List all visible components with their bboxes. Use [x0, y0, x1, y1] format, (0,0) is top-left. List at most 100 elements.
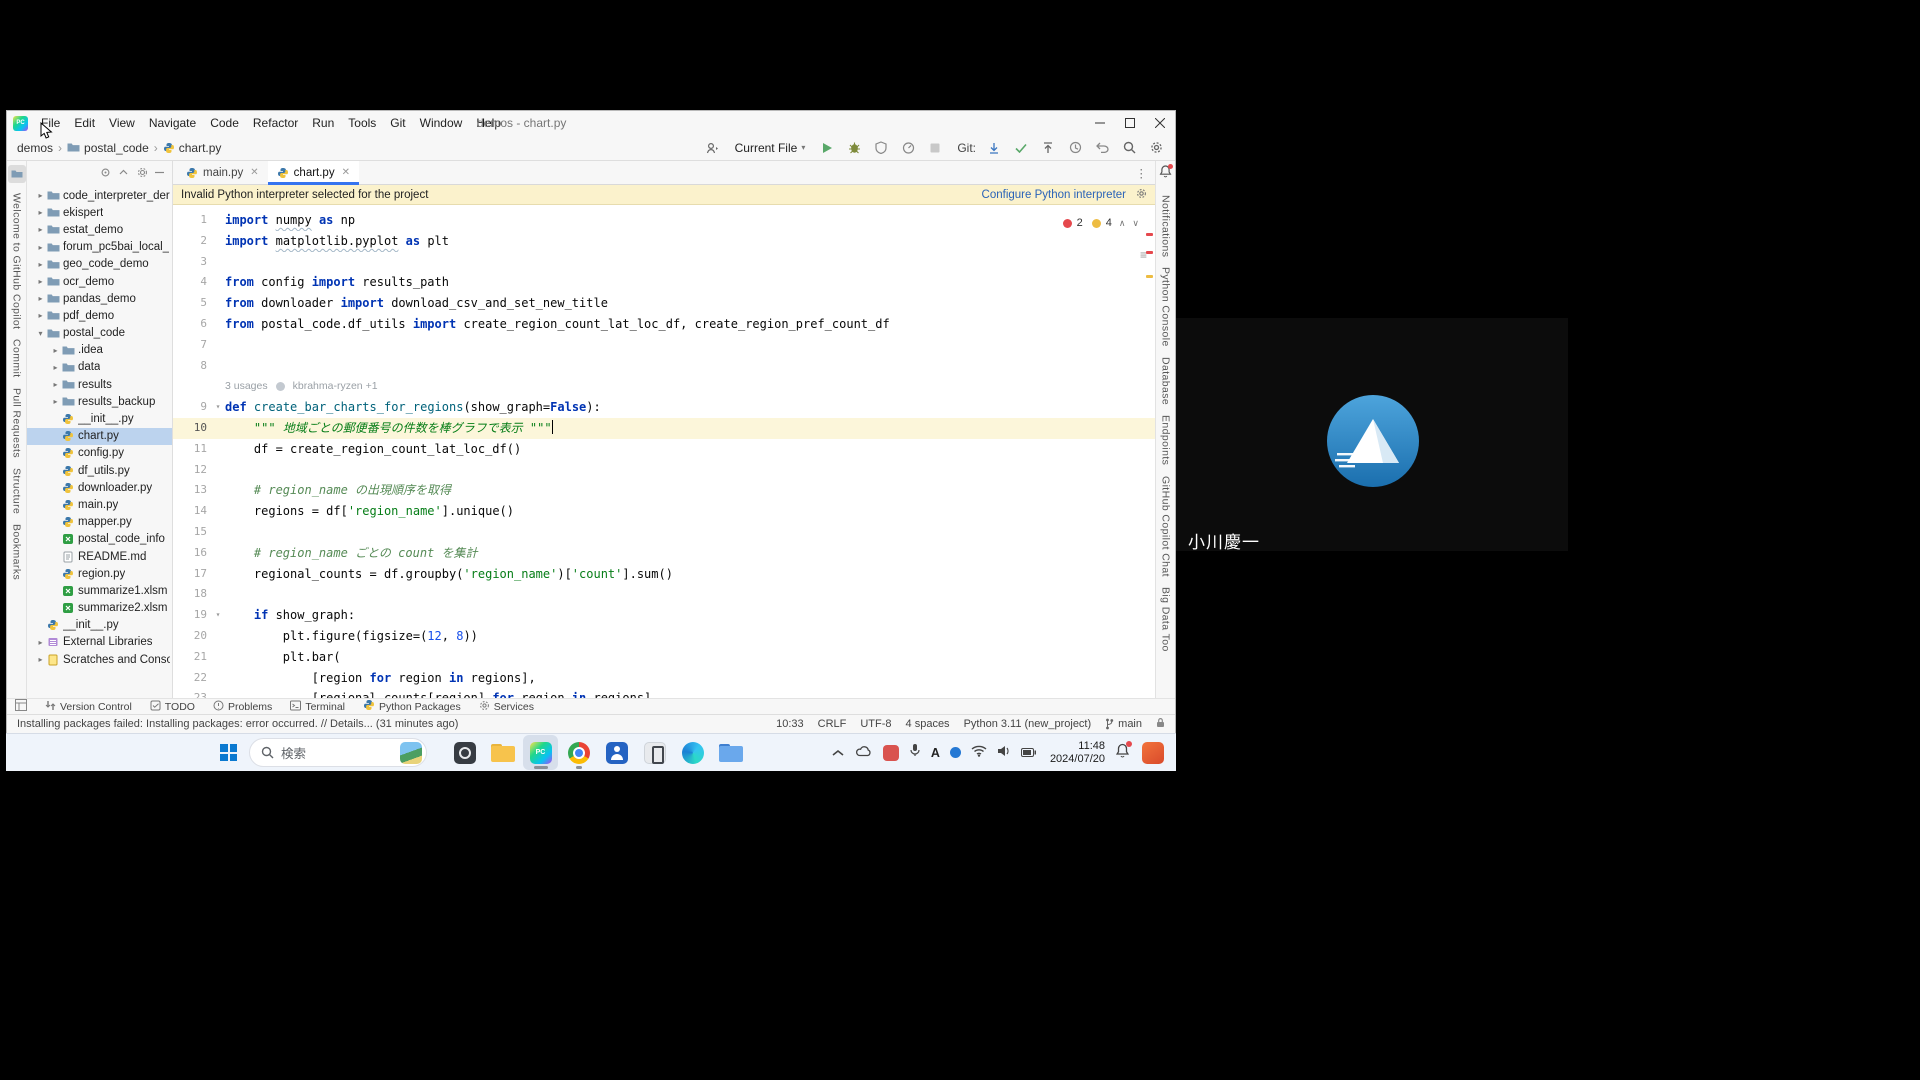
tree-item-pdf-demo[interactable]: ▸pdf_demo: [27, 307, 172, 324]
chevron-right-icon[interactable]: ▸: [35, 191, 46, 200]
chevron-right-icon[interactable]: ▸: [35, 277, 46, 286]
git-branch-indicator[interactable]: main: [1105, 718, 1142, 730]
project-tool-button[interactable]: [8, 165, 26, 183]
menu-tools[interactable]: Tools: [341, 111, 383, 135]
interpreter-indicator[interactable]: Python 3.11 (new_project): [964, 718, 1092, 730]
code-line[interactable]: 10 """ 地域ごとの郵便番号の件数を棒グラフで表示 """: [173, 418, 1155, 439]
stripe-python-console[interactable]: Python Console: [1160, 267, 1172, 347]
tree-item-summarize2-xlsm[interactable]: summarize2.xlsm: [27, 600, 172, 617]
prev-problem-icon[interactable]: ∧: [1119, 213, 1126, 234]
menu-git[interactable]: Git: [383, 111, 412, 135]
tree-item-init-py[interactable]: __init__.py: [27, 410, 172, 427]
git-update-button[interactable]: [985, 139, 1003, 157]
taskbar-app-phone[interactable]: [637, 735, 672, 770]
rollback-icon[interactable]: [1093, 139, 1111, 157]
code-line[interactable]: 3 usages kbrahma-ryzen +1: [173, 376, 1155, 397]
taskbar-app-pycharm[interactable]: PC: [523, 735, 558, 770]
code-line[interactable]: 20 plt.figure(figsize=(12, 8)): [173, 626, 1155, 647]
debug-button[interactable]: [845, 139, 863, 157]
notifications-bell-icon[interactable]: [1159, 165, 1172, 183]
taskbar-search-input[interactable]: 検索: [249, 738, 427, 767]
menu-navigate[interactable]: Navigate: [142, 111, 203, 135]
settings-gear-icon[interactable]: [1147, 139, 1165, 157]
caret-position[interactable]: 10:33: [776, 718, 804, 730]
coverage-button[interactable]: [872, 139, 890, 157]
stripe-structure[interactable]: Structure: [11, 468, 23, 514]
code-line[interactable]: 4from config import results_path: [173, 272, 1155, 293]
error-stripe-mark[interactable]: [1146, 233, 1153, 236]
close-icon[interactable]: ✕: [250, 167, 258, 178]
tree-item-scratches-and-consoles[interactable]: ▸Scratches and Consoles: [27, 651, 172, 668]
chevron-right-icon[interactable]: ▸: [35, 225, 46, 234]
tree-item-forum-pc5bai-local[interactable]: ▸forum_pc5bai_local_: [27, 239, 172, 256]
tree-item-init-py[interactable]: __init__.py: [27, 617, 172, 634]
tray-chevron-up-icon[interactable]: [831, 744, 845, 762]
tree-item-results-backup[interactable]: ▸results_backup: [27, 393, 172, 410]
chevron-right-icon[interactable]: ▸: [35, 260, 46, 269]
author-inlay-hint[interactable]: kbrahma-ryzen +1: [293, 376, 378, 397]
tree-item-idea[interactable]: ▸.idea: [27, 342, 172, 359]
menu-run[interactable]: Run: [305, 111, 341, 135]
run-configuration-select[interactable]: Current File▾: [731, 139, 810, 157]
ime-indicator[interactable]: A: [931, 746, 940, 760]
code-line[interactable]: 8: [173, 356, 1155, 377]
tab-chart-py[interactable]: chart.py✕: [268, 161, 359, 184]
fold-icon[interactable]: ▾: [211, 397, 225, 418]
stripe-database[interactable]: Database: [1160, 357, 1172, 405]
tree-item-region-py[interactable]: region.py: [27, 565, 172, 582]
line-ending-indicator[interactable]: CRLF: [818, 718, 847, 730]
code-line[interactable]: 13 # region_name の出現順序を取得: [173, 480, 1155, 501]
code-line[interactable]: 19▾ if show_graph:: [173, 605, 1155, 626]
code-line[interactable]: 5from downloader import download_csv_and…: [173, 293, 1155, 314]
tray-extra-app-icon[interactable]: [1142, 742, 1164, 764]
tab-options-icon[interactable]: ⋮: [1128, 161, 1156, 184]
indent-indicator[interactable]: 4 spaces: [906, 718, 950, 730]
chevron-right-icon[interactable]: ▸: [35, 655, 46, 664]
usages-inlay-hint[interactable]: 3 usages: [225, 376, 268, 397]
stripe-commit[interactable]: Commit: [11, 339, 23, 378]
code-line[interactable]: 3: [173, 252, 1155, 273]
close-icon[interactable]: ✕: [342, 167, 350, 178]
code-line[interactable]: 21 plt.bar(: [173, 647, 1155, 668]
search-everywhere-icon[interactable]: [1120, 139, 1138, 157]
battery-icon[interactable]: [1021, 744, 1036, 762]
menu-window[interactable]: Window: [413, 111, 470, 135]
menu-code[interactable]: Code: [203, 111, 246, 135]
chevron-right-icon[interactable]: ▸: [35, 243, 46, 252]
tree-item-code-interpreter-der[interactable]: ▸code_interpreter_der: [27, 187, 172, 204]
run-button[interactable]: [818, 139, 836, 157]
minimize-button[interactable]: [1085, 111, 1115, 135]
tool-window-switcher-icon[interactable]: [15, 699, 27, 714]
chevron-right-icon[interactable]: ▸: [35, 294, 46, 303]
stripe-bookmarks[interactable]: Bookmarks: [11, 524, 23, 580]
panel-options-icon[interactable]: [136, 167, 147, 181]
tree-item-postal-code-info[interactable]: postal_code_info: [27, 531, 172, 548]
code-line[interactable]: 7: [173, 335, 1155, 356]
breadcrumb-item-postal-code[interactable]: postal_code: [67, 141, 149, 155]
tree-item-main-py[interactable]: main.py: [27, 496, 172, 513]
chevron-right-icon[interactable]: ▸: [35, 311, 46, 320]
tree-item-config-py[interactable]: config.py: [27, 445, 172, 462]
warning-stripe-mark[interactable]: [1146, 275, 1153, 278]
tree-item-ocr-demo[interactable]: ▸ocr_demo: [27, 273, 172, 290]
hide-panel-icon[interactable]: [154, 167, 165, 181]
search-highlight-thumbnail[interactable]: [400, 742, 422, 764]
code-line[interactable]: 14 regions = df['region_name'].unique(): [173, 501, 1155, 522]
tree-item-data[interactable]: ▸data: [27, 359, 172, 376]
code-line[interactable]: 1import numpy as np: [173, 210, 1155, 231]
tree-item-postal-code[interactable]: ▾postal_code: [27, 325, 172, 342]
stripe-big-data-too[interactable]: Big Data Too: [1160, 587, 1172, 652]
tree-item-readme-md[interactable]: README.md: [27, 548, 172, 565]
code-line[interactable]: 12: [173, 460, 1155, 481]
tree-item-chart-py[interactable]: chart.py: [27, 428, 172, 445]
tree-item-results[interactable]: ▸results: [27, 376, 172, 393]
profiler-button[interactable]: [899, 139, 917, 157]
breadcrumb-item-chart-py[interactable]: chart.py: [163, 141, 222, 155]
fold-icon[interactable]: ▾: [211, 605, 225, 626]
code-editor[interactable]: 1import numpy as np2import matplotlib.py…: [173, 205, 1155, 698]
git-commit-button[interactable]: [1012, 139, 1030, 157]
maximize-button[interactable]: [1115, 111, 1145, 135]
configure-interpreter-link[interactable]: Configure Python interpreter: [982, 189, 1126, 201]
status-message[interactable]: Installing packages failed: Installing p…: [17, 718, 458, 730]
error-stripe-mark[interactable]: [1146, 251, 1153, 254]
